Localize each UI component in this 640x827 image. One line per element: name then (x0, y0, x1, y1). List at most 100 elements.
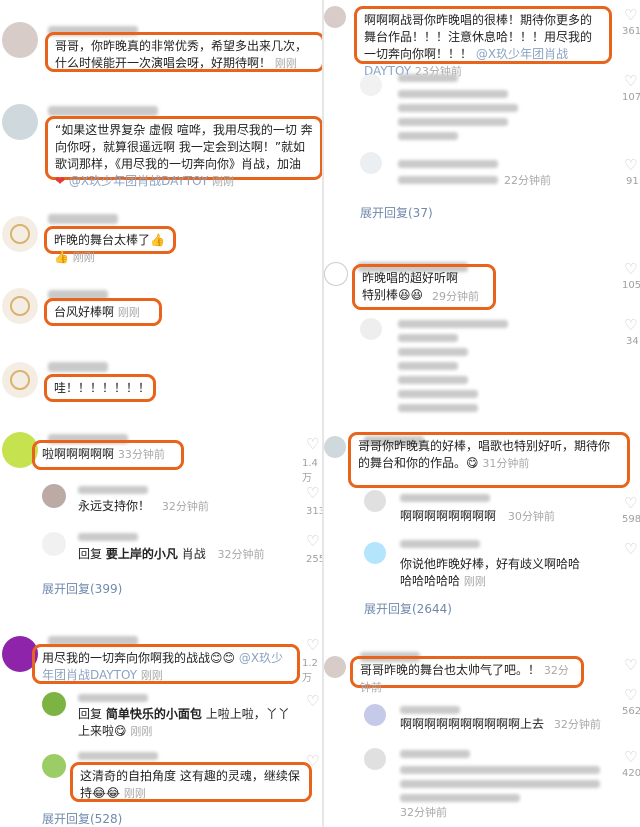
avatar[interactable] (42, 484, 66, 508)
comment-highlight: “如果这世界复杂 虚假 喧哗，我用尽我的一切 奔向你呀，就算很遥远啊 我一定会到… (45, 116, 322, 188)
like-count: 91 (626, 176, 639, 187)
like-icon[interactable]: ♡ (624, 686, 637, 704)
reply-mention[interactable]: 简单快乐的小面包 (106, 707, 202, 721)
avatar[interactable] (364, 542, 386, 564)
like-icon[interactable]: ♡ (306, 692, 319, 710)
comment-highlight: 哥哥，你昨晚真的非常优秀，希望多出来几次，什么时候能开一次演唱会呀，好期待啊！ … (45, 32, 322, 72)
like-count: 313 (306, 506, 322, 517)
expand-replies-button[interactable]: 展开回复(528) (42, 810, 122, 827)
like-icon[interactable]: ♡ (624, 6, 637, 24)
avatar[interactable] (42, 692, 66, 716)
like-count: 1.2万 (302, 658, 318, 684)
avatar[interactable] (2, 362, 38, 398)
like-icon[interactable]: ♡ (624, 156, 637, 174)
reply-item: 啊啊啊啊啊啊啊啊 30分钟前 (400, 508, 555, 525)
avatar[interactable] (364, 748, 386, 770)
comment-highlight: 啊啊啊战哥你昨晚唱的很棒！期待你更多的舞台作品！！！注意休息哈！！！用尽我的一切… (354, 6, 612, 78)
like-icon[interactable]: ♡ (624, 72, 637, 90)
reply-prefix: 回复 (78, 707, 103, 721)
comment-time: 29分钟前 (432, 290, 479, 303)
avatar[interactable] (324, 262, 348, 286)
left-comment-column: 哥哥，你昨晚真的非常优秀，希望多出来几次，什么时候能开一次演唱会呀，好期待啊！ … (0, 0, 322, 827)
avatar[interactable] (324, 436, 346, 458)
like-icon[interactable]: ♡ (306, 435, 319, 453)
avatar[interactable] (2, 104, 38, 140)
reply-item: 永远支持你！ 32分钟前 (78, 498, 209, 515)
avatar[interactable] (364, 704, 386, 726)
reply-time: 30分钟前 (507, 510, 555, 523)
like-count: 598 (622, 514, 640, 525)
comment-time: 刚刚 (72, 251, 95, 264)
reply-prefix: 回复 (78, 547, 103, 561)
like-count: 255 (306, 554, 322, 565)
avatar[interactable] (324, 656, 346, 678)
reply-item: 回复 要上岸的小凡 肖战 32分钟前 (78, 546, 265, 563)
reply-time: 刚刚 (123, 787, 146, 800)
like-icon[interactable]: ♡ (306, 484, 319, 502)
reply-text: 啊啊啊啊啊啊啊啊 (400, 509, 497, 523)
reply-item: 回复 简单快乐的小面包 上啦上啦，丫丫上来啦😋 刚刚 (78, 706, 290, 740)
avatar[interactable] (42, 532, 66, 556)
comment-time: 刚刚 (274, 57, 297, 70)
like-icon[interactable]: ♡ (624, 494, 637, 512)
reply-text: 啊啊啊啊啊啊啊啊啊啊上去 (400, 717, 545, 731)
avatar[interactable] (360, 318, 382, 340)
like-count: 1.4万 (302, 458, 318, 484)
avatar[interactable] (364, 490, 386, 512)
reply-mention[interactable]: 要上岸的小凡 (106, 547, 178, 561)
comment-text: 昨晚的舞台太棒了👍👍 (54, 233, 165, 264)
avatar[interactable] (324, 6, 346, 28)
like-icon[interactable]: ♡ (624, 748, 637, 766)
comment-highlight: 哇！！！！！！！ (44, 374, 156, 402)
comment-time: 刚刚 (212, 175, 235, 188)
comment-text: 哇！！！！！！！ (54, 381, 151, 395)
like-icon[interactable]: ♡ (624, 656, 637, 674)
reply-text: 你说他昨晚好棒，好有歧义啊哈哈哈哈哈哈哈 (400, 557, 581, 588)
like-count: 562 (622, 706, 640, 717)
comment-highlight: 昨晚的舞台太棒了👍👍 刚刚 (44, 226, 176, 264)
expand-replies-button[interactable]: 展开回复(2644) (364, 600, 452, 617)
comment-text: 哥哥昨晚的舞台也太帅气了吧。！ (360, 663, 541, 677)
like-icon[interactable]: ♡ (306, 636, 319, 654)
reply-text: 永远支持你！ (78, 499, 151, 513)
comment-time: 刚刚 (140, 669, 163, 682)
like-count: 361 (622, 26, 640, 37)
reply-time: 刚刚 (130, 725, 153, 738)
like-icon[interactable]: ♡ (624, 540, 637, 558)
reply-item: 啊啊啊啊啊啊啊啊啊啊上去 32分钟前 (400, 716, 601, 733)
like-icon[interactable]: ♡ (306, 752, 319, 770)
avatar[interactable] (2, 288, 38, 324)
reply-time: 32分钟前 (400, 806, 447, 819)
like-icon[interactable]: ♡ (624, 260, 637, 278)
right-comment-column: 啊啊啊战哥你昨晚唱的很棒！期待你更多的舞台作品！！！注意休息哈！！！用尽我的一切… (322, 0, 640, 827)
expand-replies-button[interactable]: 展开回复(399) (42, 580, 122, 597)
comment-highlight: 这清奇的自拍角度 这有趣的灵魂，继续保持😂😂 刚刚 (70, 762, 312, 802)
comment-highlight: 哥哥昨晚的舞台也太帅气了吧。！ 32分钟前 (350, 656, 584, 694)
like-count: 107 (622, 92, 640, 103)
comment-text: “如果这世界复杂 虚假 喧哗，我用尽我的一切 奔向你呀，就算很遥远啊 我一定会到… (55, 123, 313, 171)
reply-time: 刚刚 (463, 575, 486, 588)
comment-text: 台风好棒啊 (54, 305, 115, 319)
avatar[interactable] (360, 74, 382, 96)
like-count: 105 (622, 280, 640, 291)
comment-text: 哥哥，你昨晚真的非常优秀，希望多出来几次，什么时候能开一次演唱会呀，好期待啊！ (55, 39, 308, 70)
comment-highlight: 哥哥你昨晚真的好棒，唱歌也特别好听，期待你的舞台和你的作品。😋 31分钟前 (348, 432, 630, 488)
comment-highlight: 用尽我的一切奔向你啊我的战战😊😊 @X玖少年团肖战DAYTOY 刚刚 (32, 644, 300, 684)
mention-link[interactable]: @X玖少年团肖战DAYTOY (69, 174, 208, 188)
like-icon[interactable]: ♡ (306, 532, 319, 550)
avatar[interactable] (360, 152, 382, 174)
expand-replies-button[interactable]: 展开回复(37) (360, 204, 433, 221)
comment-time: 31分钟前 (482, 457, 530, 470)
avatar[interactable] (2, 22, 38, 58)
avatar[interactable] (2, 216, 38, 252)
like-icon[interactable]: ♡ (624, 316, 637, 334)
reply-text: 肖战 (181, 547, 206, 561)
like-count: 34 (626, 336, 639, 347)
reply-time: 32分钟前 (161, 500, 209, 513)
comment-text: 啦啊啊啊啊啊 (42, 447, 115, 461)
comment-highlight: 台风好棒啊 刚刚 (44, 298, 162, 326)
comment-time: 33分钟前 (117, 448, 165, 461)
avatar[interactable] (42, 754, 66, 778)
reply-time: 32分钟前 (553, 718, 601, 731)
comment-highlight: 啦啊啊啊啊啊 33分钟前 (32, 440, 184, 470)
